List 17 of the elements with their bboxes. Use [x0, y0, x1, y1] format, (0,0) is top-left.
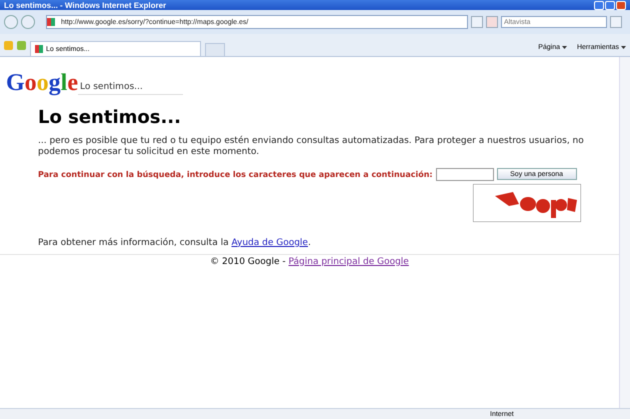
- help-link[interactable]: Ayuda de Google: [231, 238, 308, 248]
- favicon-icon: [47, 18, 55, 26]
- message-text: ... pero es posible que tu red o tu equipo estén enviando consultas automatizadas. Para proteger a nuestros usuarios, no podemos procesar tu solicitud en este momento.: [38, 136, 585, 158]
- home-link[interactable]: Página principal de Google: [288, 256, 409, 267]
- window-title: Lo sentimos... - Windows Internet Explorer: [4, 0, 166, 10]
- caret-icon: [562, 46, 567, 49]
- captcha-field[interactable]: [436, 168, 494, 181]
- info-text: Para obtener más información, consulta la Ayuda de Google.: [38, 238, 312, 248]
- footer-text: © 2010 Google - Página principal de Google: [209, 256, 410, 267]
- caret-icon: [621, 46, 626, 49]
- scrollbar[interactable]: [619, 57, 630, 408]
- page-heading: Lo sentimos...: [38, 107, 182, 128]
- captcha-prompt: Para continuar con la búsqueda, introduce los caracteres que aparecen a continuación:: [38, 170, 433, 179]
- logo: Google: [6, 71, 78, 95]
- close-button[interactable]: [616, 0, 626, 10]
- page-header: Lo sentimos...: [78, 82, 183, 95]
- new-tab-button[interactable]: [205, 43, 225, 56]
